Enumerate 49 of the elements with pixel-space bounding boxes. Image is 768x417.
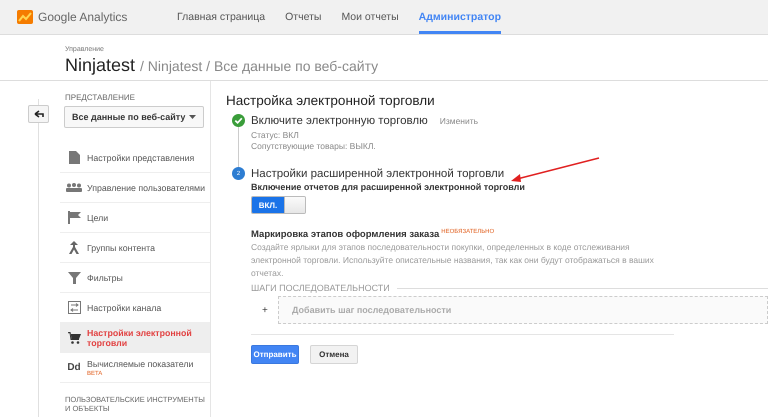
account-name: Ninjatest xyxy=(65,55,136,76)
step-title: Включите электронную торговлю xyxy=(251,114,428,126)
funnel-description: Создайте ярлыки для этапов последовательности покупки, определенных в коде отслеживания электронной торговли. Используйте описательные названия, так как они будут отображаться в ваших отчетах. xyxy=(251,241,655,280)
item-label: Настройки канала xyxy=(87,302,162,312)
plus-icon: + xyxy=(251,304,278,316)
filter-icon xyxy=(68,272,80,284)
check-circle-icon xyxy=(232,114,245,127)
steps-label: ШАГИ ПОСЛЕДОВАТЕЛЬНОСТИ xyxy=(251,283,390,293)
nav-tab[interactable]: Мои отчеты xyxy=(341,0,399,34)
sidebar-item[interactable]: Настройки представления xyxy=(60,143,210,173)
status-text: Сопутствующие товары: ВЫКЛ. xyxy=(251,141,377,152)
cancel-button[interactable]: Отмена xyxy=(310,345,358,364)
submit-button[interactable]: Отправить xyxy=(251,345,299,364)
channel-settings-icon xyxy=(68,301,80,314)
app-name: Google Analytics xyxy=(38,10,128,24)
sidebar-item[interactable]: Цели xyxy=(60,203,210,233)
calculated-metrics-icon: Dd xyxy=(67,362,81,373)
section-label: ПРЕДСТАВЛЕНИЕ xyxy=(64,93,136,102)
toggle-label: Включение отчетов для расширенной электронной торговли xyxy=(251,182,526,192)
funnel-title: Маркировка этапов оформления заказа xyxy=(251,229,440,240)
item-label: Настройки электронной торговли xyxy=(87,328,193,348)
sidebar-item[interactable]: Фильтры xyxy=(60,263,210,293)
item-label: Группы контента xyxy=(87,242,155,252)
nav-tab[interactable]: Главная страница xyxy=(177,0,266,34)
merge-icon xyxy=(68,241,80,254)
cart-icon xyxy=(68,332,80,344)
breadcrumb-path: / Ninjatest / Все данные по веб-сайту xyxy=(140,58,378,74)
users-icon xyxy=(66,183,82,192)
analytics-logo-icon xyxy=(17,10,33,24)
status-text: Статус: ВКЛ xyxy=(251,130,300,141)
caret-icon xyxy=(189,115,196,119)
nav-tab[interactable]: Отчеты xyxy=(285,0,322,34)
step-title: Настройки расширенной электронной торговли xyxy=(251,168,504,180)
item-label: Настройки представления xyxy=(87,152,194,162)
item-label: Вычисляемые показатели xyxy=(87,358,194,368)
edit-link[interactable]: Изменить xyxy=(440,116,478,126)
document-icon xyxy=(68,151,80,164)
toggle-switch[interactable]: ВКЛ. xyxy=(251,196,306,214)
back-arrow-icon xyxy=(34,110,44,118)
flag-icon xyxy=(68,211,80,224)
item-label: Цели xyxy=(87,212,108,222)
back-button[interactable] xyxy=(28,105,49,123)
page-title: Настройка электронной торговли xyxy=(226,93,436,108)
sidebar-item[interactable]: Управление пользователями xyxy=(60,173,210,203)
item-label: Фильтры xyxy=(87,272,123,282)
item-label: Управление пользователями xyxy=(87,182,206,192)
sidebar-item[interactable]: Группы контента xyxy=(60,233,210,263)
sidebar-item[interactable]: Настройки электронной торговли xyxy=(60,323,210,353)
view-dropdown[interactable]: Все данные по веб-сайту xyxy=(64,106,204,128)
